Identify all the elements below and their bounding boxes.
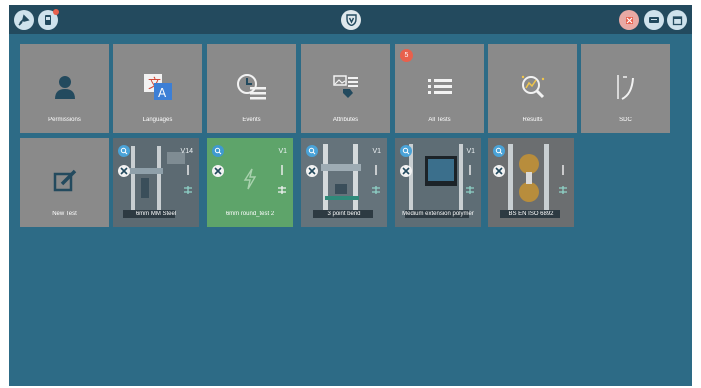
svg-text:A: A — [158, 86, 167, 100]
test-tile-bs-en-iso-6892[interactable]: BS EN ISO 6892 — [488, 138, 574, 227]
test-count-badge: 5 — [400, 49, 413, 62]
calendar-icon[interactable] — [667, 10, 687, 30]
tile-label: SDC — [619, 117, 632, 123]
version-label: V1 — [278, 148, 287, 155]
notification-dot — [53, 9, 59, 15]
version-label: V1 — [372, 148, 381, 155]
tile-attributes[interactable]: Attributes — [301, 44, 390, 133]
version-label: V1 — [466, 148, 475, 155]
satellite-dish-icon[interactable] — [14, 10, 34, 30]
analytics-icon — [488, 70, 577, 104]
grip-icon[interactable] — [277, 185, 287, 195]
probe-icon — [183, 165, 193, 175]
curve-icon — [581, 70, 670, 104]
search-icon[interactable] — [400, 145, 412, 157]
test-label: Medium extension polymer — [402, 211, 474, 217]
device-icon — [45, 15, 51, 25]
test-tile-medium-extension-polymer[interactable]: V1 Medium extension polymer — [395, 138, 481, 227]
search-icon[interactable] — [493, 145, 505, 157]
probe-icon — [277, 165, 287, 175]
list-icon — [395, 70, 484, 104]
app-window: Permissions 文A Languages Events Attribut… — [9, 5, 692, 386]
test-tile-6mm-mm-steel[interactable]: V14 6mm MM Steel — [113, 138, 199, 227]
tile-label: Events — [242, 117, 261, 123]
tile-label: All Tests — [428, 117, 451, 123]
tools-icon[interactable] — [118, 165, 130, 177]
translate-icon: 文A — [113, 70, 202, 104]
tile-permissions[interactable]: Permissions — [20, 44, 109, 133]
test-label: 3 point bend — [327, 211, 361, 217]
test-tile-6mm-round-test-2[interactable]: V1 6mm round_test 2 — [207, 138, 293, 227]
error-log-icon[interactable] — [619, 10, 639, 30]
test-label: 6mm round_test 2 — [225, 211, 275, 217]
tile-label: New Test — [52, 211, 77, 217]
tile-new-test[interactable]: New Test — [20, 138, 109, 227]
test-tile-3-point-bend[interactable]: V1 3 point bend — [301, 138, 387, 227]
search-icon[interactable] — [306, 145, 318, 157]
tile-languages[interactable]: 文A Languages — [113, 44, 202, 133]
tools-icon[interactable] — [493, 165, 505, 177]
shield-logo-icon[interactable] — [341, 10, 361, 30]
tools-icon[interactable] — [212, 165, 224, 177]
clock-list-icon — [207, 70, 296, 104]
probe-icon — [465, 165, 475, 175]
tile-all-tests[interactable]: 5 All Tests — [395, 44, 484, 133]
grip-icon[interactable] — [183, 185, 193, 195]
tile-label: Results — [522, 117, 543, 123]
probe-icon — [371, 165, 381, 175]
search-icon[interactable] — [212, 145, 224, 157]
test-label: BS EN ISO 6892 — [508, 211, 554, 217]
probe-icon — [558, 165, 568, 175]
test-label: 6mm MM Steel — [135, 211, 177, 217]
tile-label: Permissions — [48, 117, 81, 123]
search-icon[interactable] — [118, 145, 130, 157]
tile-label: Attributes — [332, 117, 359, 123]
keyboard-icon[interactable] — [644, 10, 664, 30]
tools-icon[interactable] — [306, 165, 318, 177]
tile-sdc[interactable]: SDC — [581, 44, 670, 133]
tile-label: Languages — [142, 117, 173, 123]
tile-results[interactable]: Results — [488, 44, 577, 133]
grip-icon[interactable] — [371, 185, 381, 195]
grip-icon[interactable] — [465, 185, 475, 195]
tools-icon[interactable] — [400, 165, 412, 177]
edit-icon — [20, 164, 109, 198]
device-notification-button[interactable] — [38, 9, 59, 30]
user-icon — [20, 70, 109, 104]
lightning-icon — [242, 168, 258, 194]
grip-icon[interactable] — [558, 185, 568, 195]
version-label: V14 — [180, 148, 193, 155]
tile-events[interactable]: Events — [207, 44, 296, 133]
top-bar — [9, 5, 692, 34]
image-tag-icon — [301, 70, 390, 104]
